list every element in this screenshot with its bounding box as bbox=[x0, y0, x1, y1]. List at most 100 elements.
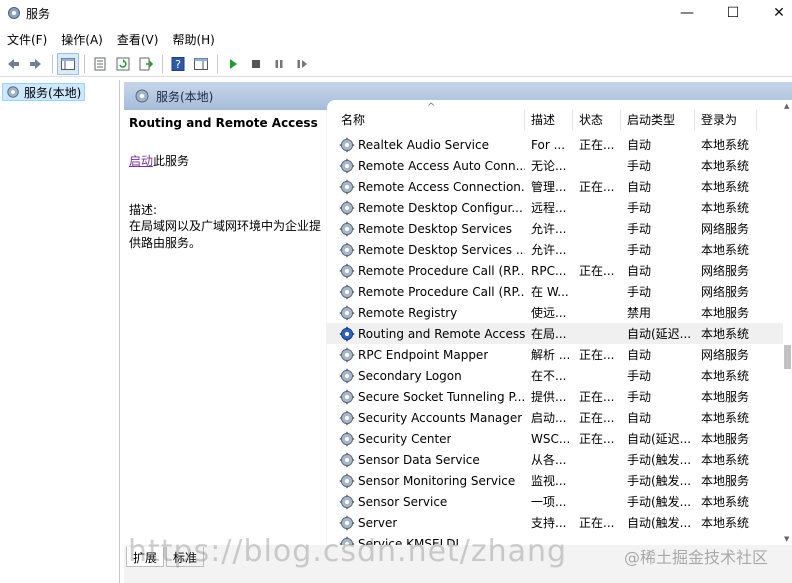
table-row[interactable]: Remote Desktop Services 允许... 手动 网络服务 bbox=[327, 218, 783, 239]
table-row[interactable]: Secure Socket Tunneling P... 提供... 正在... 手动… bbox=[327, 386, 783, 407]
table-row[interactable]: Routing and Remote Access 在局... 自动(延迟... 本地… bbox=[327, 323, 783, 344]
stop-icon bbox=[252, 59, 260, 68]
services-list: ^ 名称 描述 状态 启动类型 登录为 Realtek Audio Servic… bbox=[327, 100, 783, 551]
show-action-pane-button[interactable] bbox=[190, 53, 212, 75]
table-row[interactable]: Security Accounts Manager 启动... 正在... 自动 本地系… bbox=[327, 407, 783, 428]
service-log-on-as-cell: 网络服务 bbox=[701, 264, 750, 278]
service-gear-icon bbox=[339, 200, 355, 215]
service-name-cell: Secondary Logon bbox=[327, 368, 525, 384]
export-list-button[interactable] bbox=[135, 53, 157, 75]
back-arrow-icon bbox=[8, 58, 19, 69]
service-name-cell: RPC Endpoint Mapper bbox=[327, 347, 525, 363]
service-status-cell: 正在... bbox=[579, 264, 615, 278]
column-header-startup-type[interactable]: 启动类型 bbox=[621, 110, 695, 130]
table-row[interactable]: RPC Endpoint Mapper 解析 ... 正在... 自动 网络服务 bbox=[327, 344, 783, 365]
table-row[interactable]: Remote Procedure Call (RP... RPC... 正在... 自… bbox=[327, 260, 783, 281]
properties-icon bbox=[94, 57, 106, 70]
console-tree-icon bbox=[61, 57, 75, 70]
menu-action[interactable]: 操作(A) bbox=[54, 28, 110, 50]
service-name-cell: Routing and Remote Access bbox=[327, 326, 525, 342]
service-name-cell: Sensor Data Service bbox=[327, 452, 525, 468]
table-row[interactable]: Sensor Service 一项... 手动(触发... 本地系统 bbox=[327, 491, 783, 512]
service-gear-icon bbox=[339, 473, 355, 488]
maximize-button[interactable]: ☐ bbox=[710, 0, 756, 26]
refresh-button[interactable] bbox=[112, 53, 134, 75]
column-header-description[interactable]: 描述 bbox=[525, 110, 573, 130]
refresh-icon bbox=[116, 57, 130, 70]
service-log-on-as-cell: 本地系统 bbox=[701, 369, 750, 383]
service-gear-icon bbox=[339, 410, 355, 425]
tree-item-services-local[interactable]: 服务(本地) bbox=[2, 83, 86, 101]
service-gear-icon bbox=[339, 242, 355, 257]
service-name-cell: Sensor Service bbox=[327, 494, 525, 510]
service-description-cell: 允许... bbox=[531, 243, 567, 257]
table-row[interactable]: Server 支持... 正在... 自动(触发... 本地系统 bbox=[327, 512, 783, 533]
column-header-status[interactable]: 状态 bbox=[573, 110, 621, 130]
scroll-up-icon[interactable]: ▲ bbox=[784, 102, 789, 110]
service-log-on-as-cell: 本地系统 bbox=[701, 180, 750, 194]
service-description-cell: 管理... bbox=[531, 180, 567, 194]
start-service-link[interactable]: 启动 bbox=[129, 154, 153, 168]
start-service-suffix: 此服务 bbox=[153, 154, 190, 168]
minimize-button[interactable]: — bbox=[664, 0, 710, 26]
title-bar: 服务 — ☐ ✕ bbox=[0, 0, 792, 26]
service-log-on-as-cell: 本地系统 bbox=[701, 495, 750, 509]
menu-file[interactable]: 文件(F) bbox=[0, 28, 54, 50]
service-log-on-as-cell: 本地系统 bbox=[701, 201, 750, 215]
services-gear-icon bbox=[8, 7, 20, 19]
column-header-log-on-as[interactable]: 登录为 bbox=[695, 110, 757, 130]
close-button[interactable]: ✕ bbox=[756, 0, 792, 26]
gear-icon bbox=[135, 89, 149, 103]
table-row[interactable]: Remote Registry 使远... 禁用 本地服务 bbox=[327, 302, 783, 323]
table-row[interactable]: Realtek Audio Service For ... 正在... 自动 本地系统 bbox=[327, 134, 783, 155]
pause-service-button[interactable] bbox=[268, 53, 290, 75]
properties-button[interactable] bbox=[89, 53, 111, 75]
service-gear-icon bbox=[339, 452, 355, 467]
menu-view[interactable]: 查看(V) bbox=[110, 28, 166, 50]
service-log-on-as-cell: 本地系统 bbox=[701, 516, 750, 530]
service-description-cell: 无论... bbox=[531, 159, 567, 173]
scroll-down-icon[interactable]: ▼ bbox=[784, 535, 789, 543]
service-gear-icon bbox=[339, 284, 355, 299]
table-row[interactable]: Sensor Monitoring Service 监视... 手动(触发... 本地… bbox=[327, 470, 783, 491]
table-row[interactable]: Remote Access Connection... 管理... 正在... 自动 本… bbox=[327, 176, 783, 197]
help-icon: ? bbox=[171, 56, 185, 71]
help-button[interactable]: ? bbox=[167, 53, 189, 75]
forward-button[interactable] bbox=[25, 53, 47, 75]
back-button[interactable] bbox=[2, 53, 24, 75]
service-status-cell: 正在... bbox=[579, 516, 615, 530]
service-description-cell: 在不... bbox=[531, 369, 567, 383]
service-gear-icon bbox=[339, 263, 355, 278]
column-header-name[interactable]: ^ 名称 bbox=[327, 102, 525, 130]
table-row[interactable]: Remote Procedure Call (RP... 在 W... 手动 网络服务 bbox=[327, 281, 783, 302]
scroll-thumb[interactable] bbox=[784, 345, 791, 369]
vertical-scrollbar[interactable]: ▲ ▼ bbox=[783, 100, 792, 545]
service-log-on-as-cell: 本地服务 bbox=[701, 474, 750, 488]
service-startup-type-cell: 自动(延迟... bbox=[627, 327, 692, 341]
service-startup-type-cell: 手动 bbox=[627, 390, 652, 404]
menu-help[interactable]: 帮助(H) bbox=[165, 28, 221, 50]
service-name-cell: Remote Access Connection... bbox=[327, 179, 525, 195]
service-description-cell: 允许... bbox=[531, 222, 567, 236]
table-row[interactable]: Security Center WSC... 正在... 自动(延迟... 本地服务 bbox=[327, 428, 783, 449]
service-name-cell: Sensor Monitoring Service bbox=[327, 473, 525, 489]
table-row[interactable]: Remote Access Auto Conn... 无论... 手动 本地系统 bbox=[327, 155, 783, 176]
service-status-cell: 正在... bbox=[579, 180, 615, 194]
restart-service-button[interactable] bbox=[291, 53, 313, 75]
table-row[interactable]: Secondary Logon 在不... 手动 本地系统 bbox=[327, 365, 783, 386]
service-name-cell: Remote Procedure Call (RP... bbox=[327, 284, 525, 300]
svg-text:?: ? bbox=[175, 58, 181, 71]
service-name: Remote Procedure Call (RP... bbox=[358, 263, 525, 278]
description-pane: Routing and Remote Access 启动此服务 描述: 在局域网… bbox=[124, 110, 326, 545]
table-row[interactable]: Remote Desktop Services ... 允许... 手动 本地系统 bbox=[327, 239, 783, 260]
show-console-tree-button[interactable] bbox=[57, 52, 79, 75]
service-name-cell: Remote Desktop Services bbox=[327, 221, 525, 237]
stop-service-button[interactable] bbox=[245, 53, 267, 75]
service-startup-type-cell: 自动(延迟... bbox=[627, 432, 692, 446]
service-name-cell: Remote Desktop Services ... bbox=[327, 242, 525, 258]
table-row[interactable]: Sensor Data Service 从各... 手动(触发... 本地系统 bbox=[327, 449, 783, 470]
start-service-button[interactable] bbox=[222, 53, 244, 75]
service-startup-type-cell: 自动(触发... bbox=[627, 516, 692, 530]
table-row[interactable]: Remote Desktop Configur... 远程... 手动 本地系统 bbox=[327, 197, 783, 218]
service-name: Security Accounts Manager bbox=[358, 410, 523, 425]
